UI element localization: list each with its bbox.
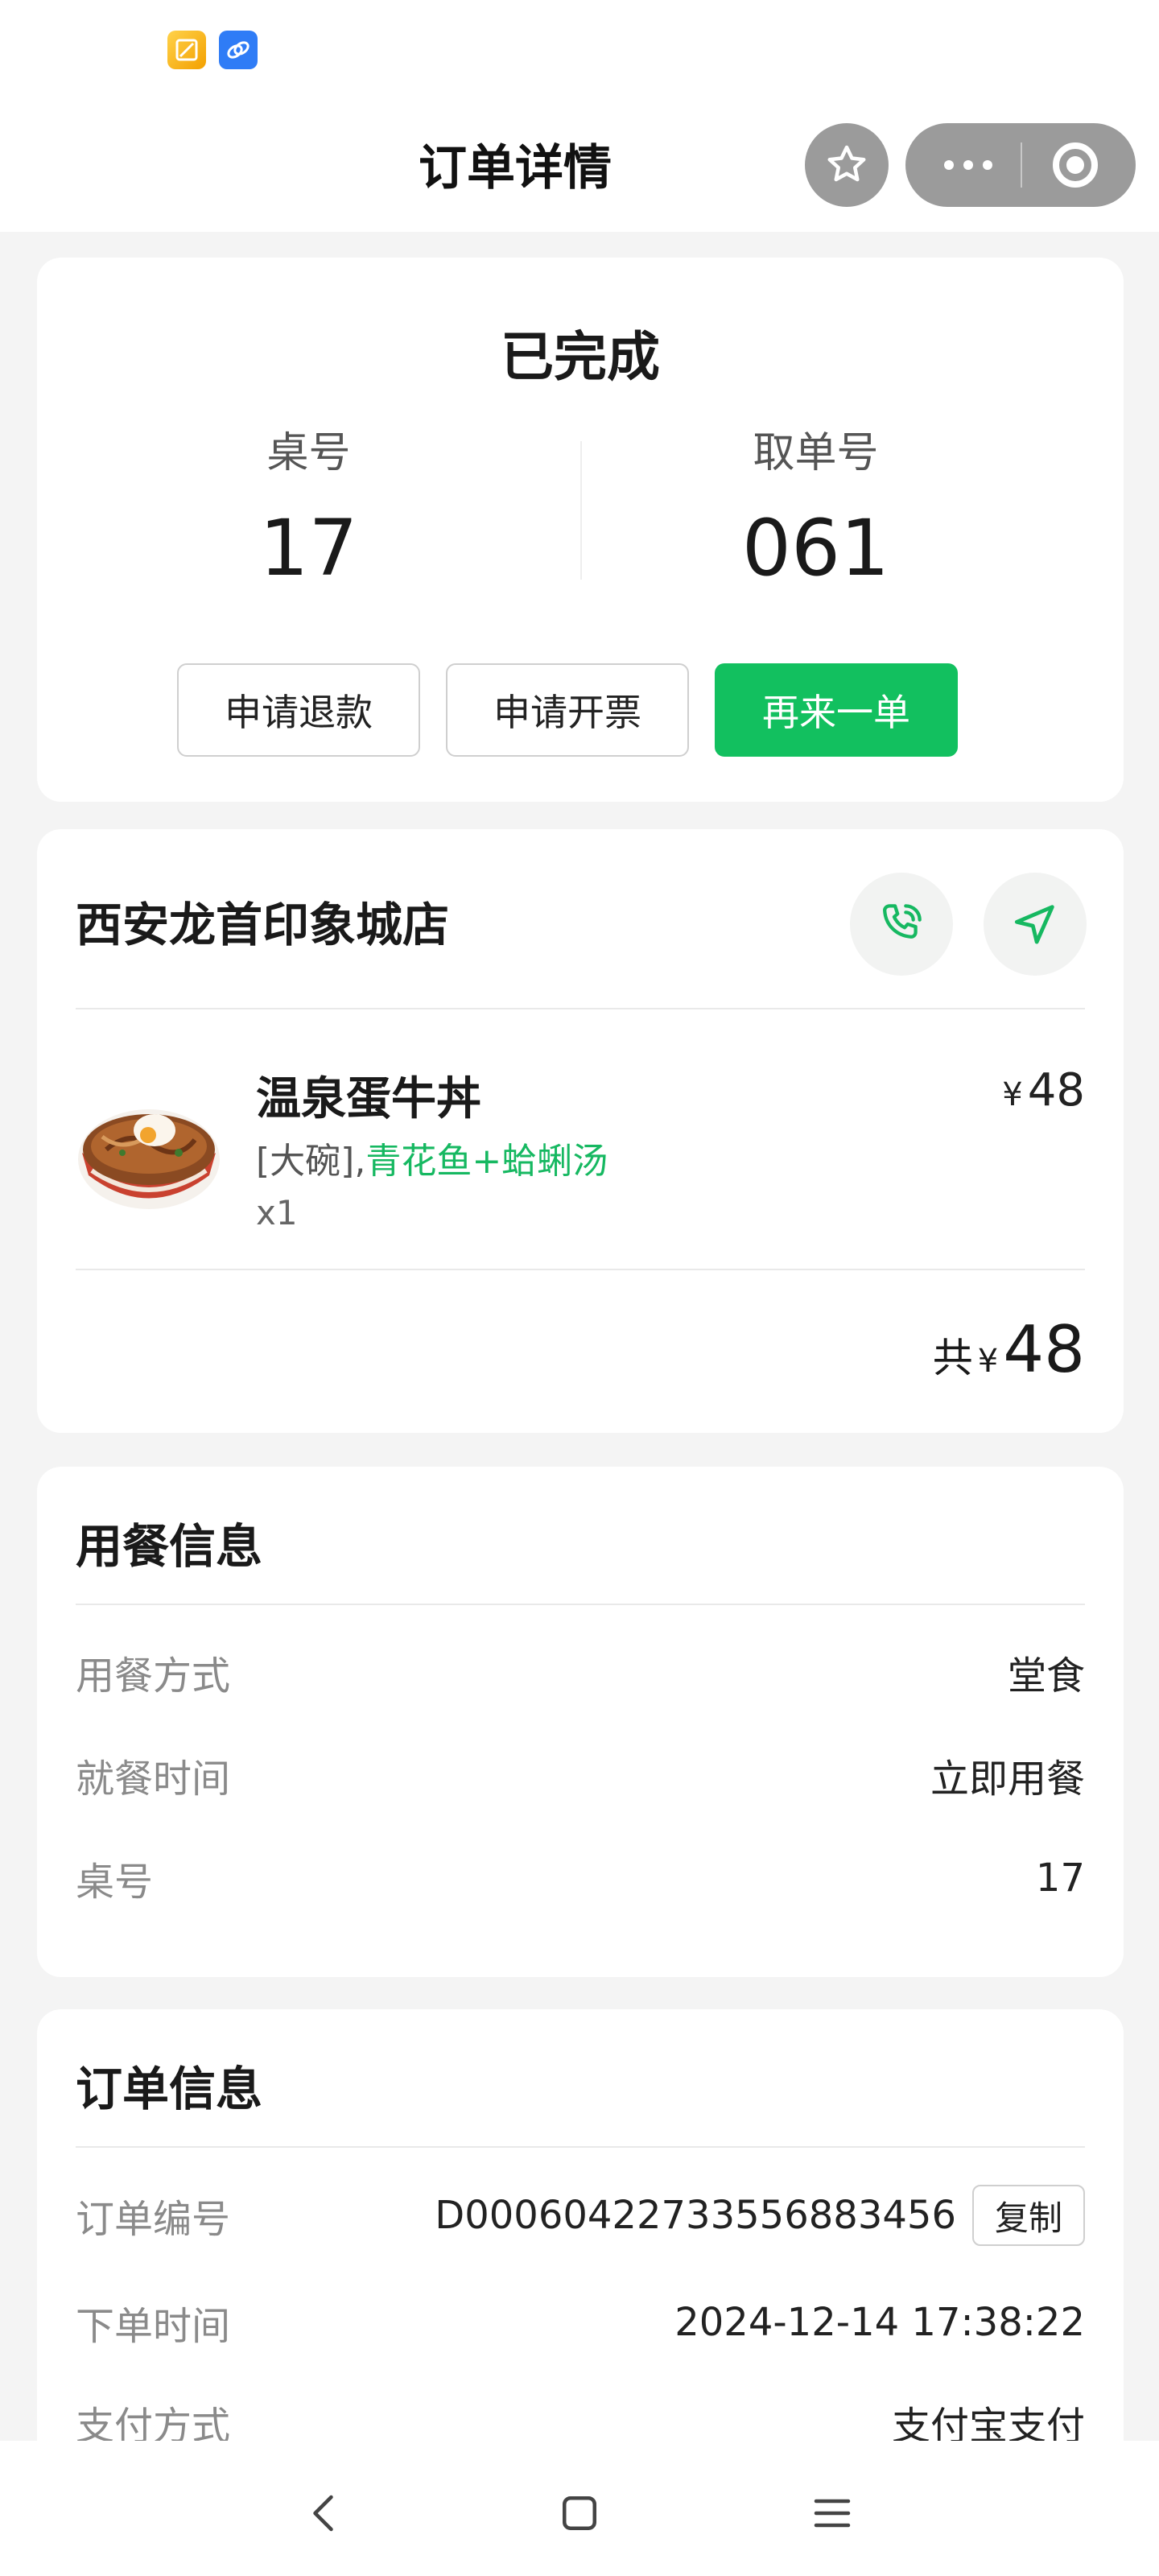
- dish-price-value: 48: [1027, 1064, 1085, 1117]
- star-icon: [827, 145, 866, 182]
- favorite-button[interactable]: [805, 123, 889, 207]
- order-info-divider: [76, 2146, 1085, 2148]
- info-row-order-number: 订单编号 D0006042273355688345​6 复制: [76, 2185, 1085, 2246]
- order-number-group: D0006042273355688345​6 复制: [435, 2185, 1085, 2246]
- store-order-card: 西安龙首印象城店 温泉蛋牛丼 [大碗],青花鱼+蛤蜊汤 x1 ¥ 48 共 ¥ …: [37, 829, 1124, 1433]
- table-number-label: 桌号: [266, 429, 351, 477]
- phone-icon: [883, 904, 922, 939]
- miniprogram-capsule: [905, 123, 1136, 207]
- dish-size: [大碗],: [256, 1141, 366, 1182]
- chevron-left-icon: [313, 2495, 333, 2532]
- call-store-button[interactable]: [850, 873, 953, 976]
- pickup-number-label: 取单号: [753, 429, 879, 477]
- info-label: 下单时间: [76, 2304, 231, 2349]
- order-status-text: 已完成: [501, 326, 660, 388]
- info-row-table-number: 桌号 17: [76, 1850, 1085, 1906]
- pickup-number-block: 取单号 061: [544, 419, 1087, 593]
- order-number-value: D0006042273355688345​6: [435, 2193, 956, 2238]
- system-navigation-bar: [0, 2441, 1159, 2576]
- info-value: 立即用餐: [930, 1757, 1085, 1802]
- dining-info-title: 用餐信息: [76, 1519, 263, 1574]
- dish-price: ¥48: [1002, 1064, 1085, 1117]
- pickup-number-value: 061: [741, 503, 890, 593]
- navigation-arrow-icon: [1014, 905, 1054, 944]
- order-detail-page: 订单详情 已完成 桌号 17 取单号 061 申请退款 申请开票 再来一单 西安…: [0, 0, 1159, 2576]
- close-miniprogram-button[interactable]: [1053, 142, 1098, 188]
- info-label: 订单编号: [76, 2197, 231, 2242]
- recents-button[interactable]: [800, 2481, 864, 2545]
- info-row-dining-mode: 用餐方式 堂食: [76, 1644, 1085, 1700]
- home-button[interactable]: [547, 2481, 612, 2545]
- total-prefix: 共: [932, 1335, 973, 1381]
- link-app-icon: [219, 31, 258, 69]
- info-value: 堂食: [1007, 1653, 1085, 1699]
- dish-image: [74, 1072, 224, 1222]
- store-name: 西安龙首印象城店: [76, 898, 450, 952]
- order-total: 共 ¥ 48: [933, 1312, 1085, 1387]
- navigate-store-button[interactable]: [984, 873, 1087, 976]
- info-row-dining-time: 就餐时间 立即用餐: [76, 1747, 1085, 1803]
- menu-lines-icon: [814, 2499, 851, 2528]
- info-label: 用餐方式: [76, 1653, 231, 1699]
- navigation-bar: 订单详情: [0, 105, 1159, 232]
- info-label: 就餐时间: [76, 1757, 231, 1802]
- dining-info-card: 用餐信息 用餐方式 堂食 就餐时间 立即用餐 桌号 17: [37, 1467, 1124, 1977]
- table-number-value: 17: [259, 503, 358, 593]
- more-dots-icon: [944, 160, 992, 170]
- reorder-button[interactable]: 再来一单: [715, 663, 958, 757]
- info-value: 17: [1035, 1856, 1085, 1901]
- order-info-title: 订单信息: [76, 2062, 263, 2116]
- back-button[interactable]: [293, 2481, 357, 2545]
- dish-spec: [大碗],青花鱼+蛤蜊汤: [256, 1132, 608, 1183]
- refund-button[interactable]: 申请退款: [177, 663, 420, 757]
- dish-quantity: x1: [256, 1193, 298, 1232]
- dish-currency: ¥: [1002, 1076, 1023, 1113]
- more-options-button[interactable]: [942, 154, 994, 176]
- info-row-order-time: 下单时间 2024-12-14 17:38:22: [76, 2294, 1085, 2351]
- dish-name: 温泉蛋牛丼: [256, 1073, 481, 1125]
- square-home-icon: [563, 2496, 596, 2530]
- info-value: 2024-12-14 17:38:22: [674, 2300, 1085, 2345]
- order-status-card: 已完成 桌号 17 取单号 061 申请退款 申请开票 再来一单: [37, 258, 1124, 802]
- table-number-block: 桌号 17: [37, 419, 580, 593]
- total-amount: 48: [1003, 1312, 1085, 1387]
- dish-addon: 青花鱼+蛤蜊汤: [365, 1141, 608, 1182]
- capsule-divider: [1021, 142, 1022, 188]
- invoice-button[interactable]: 申请开票: [446, 663, 689, 757]
- status-bar: [0, 0, 1159, 105]
- info-label: 桌号: [76, 1860, 154, 1905]
- copy-order-number-button[interactable]: 复制: [971, 2185, 1085, 2246]
- total-divider: [76, 1269, 1085, 1270]
- total-currency: ¥: [977, 1343, 999, 1380]
- notes-app-icon: [167, 31, 206, 69]
- dining-info-divider: [76, 1604, 1085, 1605]
- store-divider: [76, 1008, 1085, 1009]
